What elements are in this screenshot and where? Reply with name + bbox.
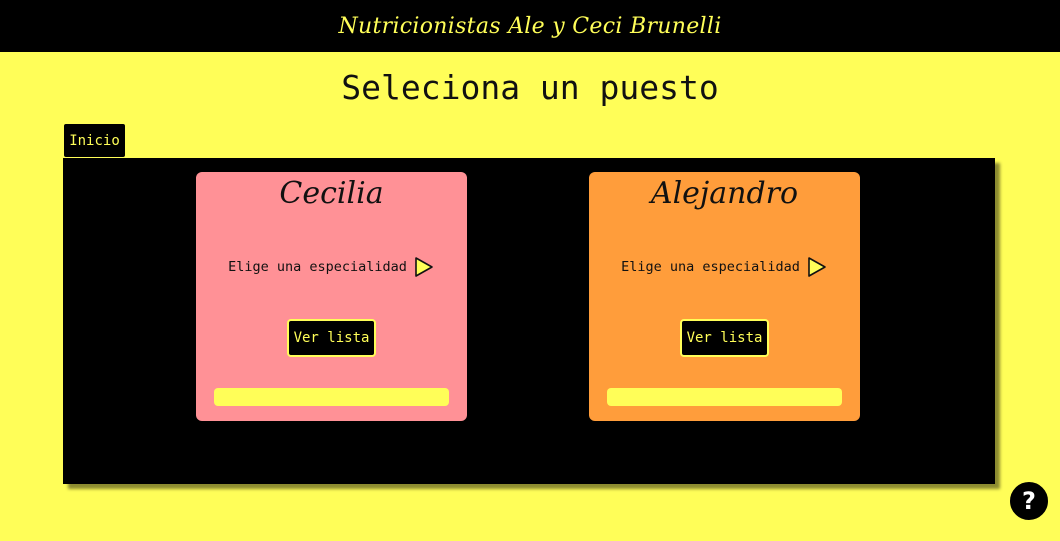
progress-bar: [214, 388, 449, 406]
progress-bar: [607, 388, 842, 406]
card-name: Alejandro: [650, 176, 799, 211]
specialty-label: Elige una especialidad: [621, 259, 800, 275]
question-mark-icon: ?: [1022, 487, 1036, 515]
specialty-label: Elige una especialidad: [228, 259, 407, 275]
page-title: Seleciona un puesto: [341, 68, 719, 107]
brand-title: Nutricionistas Ale y Ceci Brunelli: [338, 13, 722, 39]
card-cecilia: Cecilia Elige una especialidad Ver lista: [196, 172, 467, 421]
top-header: Nutricionistas Ale y Ceci Brunelli: [0, 0, 1060, 52]
specialty-selector: Elige una especialidad: [589, 256, 860, 278]
play-triangle-icon[interactable]: [806, 256, 828, 278]
specialty-selector: Elige una especialidad: [196, 256, 467, 278]
home-button[interactable]: Inicio: [64, 124, 125, 157]
play-triangle-icon[interactable]: [413, 256, 435, 278]
card-name: Cecilia: [279, 176, 384, 211]
help-button[interactable]: ?: [1008, 480, 1050, 522]
staff-panel: Cecilia Elige una especialidad Ver lista…: [63, 158, 995, 484]
view-list-button[interactable]: Ver lista: [680, 319, 769, 357]
card-alejandro: Alejandro Elige una especialidad Ver lis…: [589, 172, 860, 421]
view-list-button[interactable]: Ver lista: [287, 319, 376, 357]
